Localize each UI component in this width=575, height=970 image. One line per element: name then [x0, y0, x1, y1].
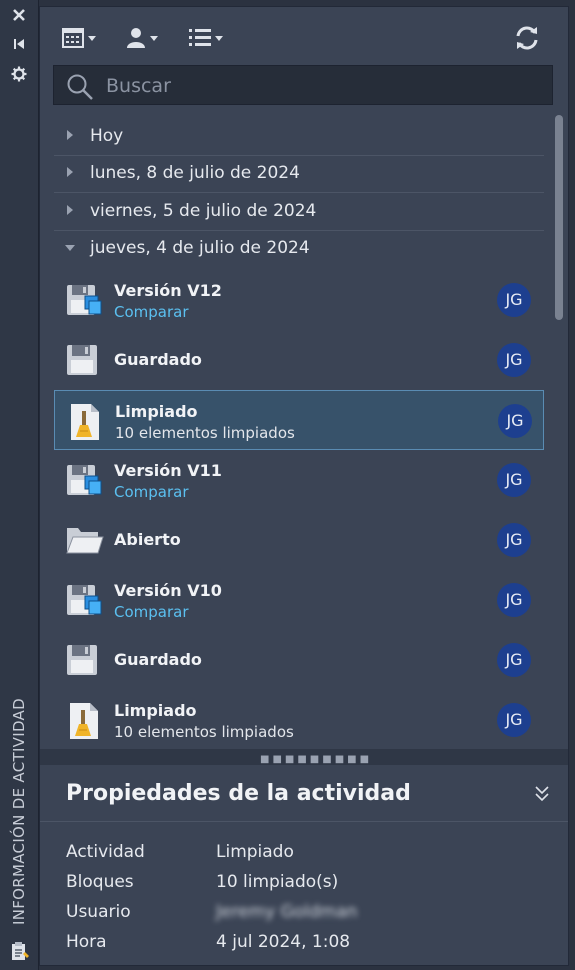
property-value: 4 jul 2024, 1:08: [216, 932, 351, 952]
avatar[interactable]: JG: [497, 583, 531, 617]
version-save-icon: [66, 462, 102, 498]
activity-item[interactable]: Guardado JG: [54, 630, 544, 690]
property-key: Hora: [66, 932, 107, 952]
properties-panel: Propiedades de la actividad Actividad Li…: [40, 765, 568, 965]
item-subtitle: 10 elementos limpiados: [115, 424, 295, 442]
grip-icon: ■■■■■■■■■: [260, 754, 373, 765]
purge-icon: [67, 403, 103, 440]
compare-link[interactable]: Comparar: [114, 603, 189, 621]
item-title: Guardado: [114, 350, 202, 369]
activity-item[interactable]: Guardado JG: [54, 330, 544, 390]
list-view-button[interactable]: [188, 25, 228, 51]
toolbar: [40, 7, 568, 63]
group-label: lunes, 8 de julio de 2024: [90, 163, 300, 183]
avatar[interactable]: JG: [497, 283, 531, 317]
search-input[interactable]: [104, 72, 538, 100]
property-value: Limpiado: [216, 842, 294, 862]
version-save-icon: [66, 582, 102, 618]
activity-item[interactable]: Versión V12 Comparar JG: [54, 270, 544, 330]
avatar[interactable]: JG: [497, 343, 531, 377]
collapse-chevron-icon[interactable]: [534, 785, 550, 807]
activity-item[interactable]: Abierto JG: [54, 510, 544, 570]
date-group-jul-4[interactable]: jueves, 4 de julio de 2024: [54, 231, 544, 268]
save-icon: [66, 642, 102, 678]
item-title: Limpiado: [115, 402, 198, 421]
date-group-hoy[interactable]: Hoy: [54, 119, 544, 156]
panel-title: INFORMACIÓN DE ACTIVIDAD: [10, 698, 28, 925]
property-value: Jeremy Goldman: [216, 902, 358, 922]
gear-icon[interactable]: [10, 66, 28, 84]
version-save-icon: [66, 282, 102, 318]
item-title: Guardado: [114, 650, 202, 669]
property-key: Actividad: [66, 842, 145, 862]
collapse-icon[interactable]: [10, 37, 28, 55]
item-title: Abierto: [114, 530, 181, 549]
side-strip: INFORMACIÓN DE ACTIVIDAD: [0, 0, 39, 970]
date-group-jul-8[interactable]: lunes, 8 de julio de 2024: [54, 156, 544, 193]
folder-open-icon: [66, 522, 104, 558]
clipboard-icon[interactable]: [9, 940, 31, 962]
divider: [40, 821, 568, 822]
compare-link[interactable]: Comparar: [114, 483, 189, 501]
user-filter-button[interactable]: [126, 25, 164, 51]
list-view-icon: [189, 29, 223, 46]
activity-panel: Hoy lunes, 8 de julio de 2024 viernes, 5…: [39, 6, 569, 966]
activity-item[interactable]: Versión V10 Comparar JG: [54, 570, 544, 630]
item-title: Limpiado: [114, 701, 197, 720]
group-label: jueves, 4 de julio de 2024: [90, 238, 310, 258]
item-title: Versión V12: [114, 281, 222, 300]
user-filter-icon: [127, 28, 158, 48]
property-key: Usuario: [66, 902, 131, 922]
property-key: Bloques: [66, 872, 134, 892]
panel-splitter[interactable]: ■■■■■■■■■: [40, 749, 568, 765]
group-label: viernes, 5 de julio de 2024: [90, 201, 317, 221]
activity-item[interactable]: Limpiado 10 elementos limpiados JG: [54, 690, 544, 749]
calendar-filter-icon: [62, 28, 96, 48]
compare-link[interactable]: Comparar: [114, 303, 189, 321]
date-group-jul-5[interactable]: viernes, 5 de julio de 2024: [54, 194, 544, 231]
property-value: 10 limpiado(s): [216, 872, 339, 892]
refresh-button[interactable]: [514, 25, 540, 51]
activity-list: Hoy lunes, 8 de julio de 2024 viernes, 5…: [40, 111, 568, 749]
expand-arrow-icon: [67, 205, 73, 215]
expand-arrow-icon: [67, 167, 73, 177]
item-subtitle: 10 elementos limpiados: [114, 723, 294, 741]
expand-arrow-icon: [67, 130, 73, 140]
collapse-arrow-icon: [65, 245, 75, 251]
search-icon: [66, 73, 94, 105]
item-title: Versión V11: [114, 461, 222, 480]
avatar[interactable]: JG: [497, 523, 531, 557]
close-icon[interactable]: [10, 8, 28, 26]
avatar[interactable]: JG: [497, 463, 531, 497]
item-title: Versión V10: [114, 581, 222, 600]
purge-icon: [66, 702, 102, 739]
properties-title: Propiedades de la actividad: [66, 781, 411, 806]
activity-item-selected[interactable]: Limpiado 10 elementos limpiados JG: [54, 390, 544, 450]
refresh-icon: [516, 26, 538, 50]
avatar[interactable]: JG: [498, 404, 532, 438]
avatar[interactable]: JG: [497, 643, 531, 677]
group-label: Hoy: [90, 126, 124, 146]
avatar[interactable]: JG: [497, 703, 531, 737]
calendar-filter-button[interactable]: [62, 25, 100, 51]
activity-item[interactable]: Versión V11 Comparar JG: [54, 450, 544, 510]
save-icon: [66, 342, 102, 378]
scrollbar-thumb[interactable]: [555, 115, 563, 320]
search-box[interactable]: [53, 65, 553, 105]
